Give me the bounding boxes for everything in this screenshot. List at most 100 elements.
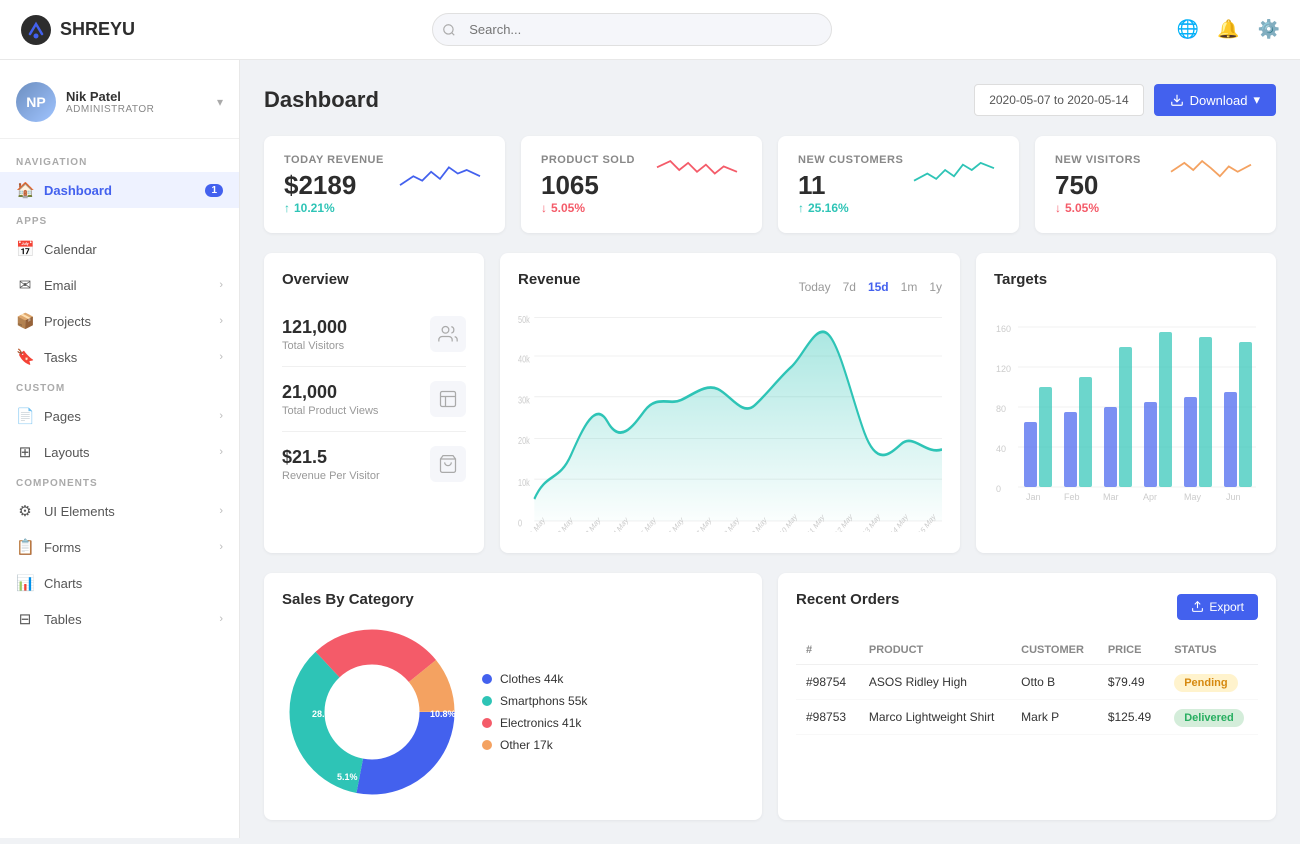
- projects-arrow: ›: [219, 315, 223, 327]
- download-chevron: ▾: [1253, 92, 1260, 108]
- sidebar-item-dashboard[interactable]: 🏠 Dashboard 1: [0, 172, 239, 208]
- filter-7d[interactable]: 7d: [843, 280, 856, 294]
- legend-dot-electronics: [482, 718, 492, 728]
- mid-row: Overview 121,000 Total Visitors 21,000 T…: [264, 253, 1276, 553]
- arrow-down2-icon: ↓: [1055, 201, 1061, 215]
- svg-text:May: May: [1184, 492, 1202, 502]
- legend-label-clothes: Clothes 44k: [500, 672, 563, 686]
- sidebar-item-label-forms: Forms: [44, 540, 81, 555]
- sidebar-item-projects[interactable]: 📦 Projects ›: [0, 303, 239, 339]
- svg-text:30k: 30k: [518, 394, 530, 405]
- settings-icon[interactable]: ⚙️: [1258, 19, 1280, 40]
- sidebar-item-calendar[interactable]: 📅 Calendar: [0, 231, 239, 267]
- donut-chart: .donut-segment { transform-origin: 90px …: [282, 622, 462, 802]
- legend-label-other: Other 17k: [500, 738, 553, 752]
- legend-item-smartphones: Smartphons 55k: [482, 694, 587, 708]
- sidebar-item-pages[interactable]: 📄 Pages ›: [0, 398, 239, 434]
- ui-elements-icon: ⚙: [16, 502, 34, 520]
- order-id: #98754: [796, 665, 859, 700]
- pages-arrow: ›: [219, 410, 223, 422]
- legend-dot-smartphones: [482, 696, 492, 706]
- col-status: Status: [1164, 636, 1258, 665]
- user-chevron[interactable]: ▾: [217, 95, 223, 109]
- export-button[interactable]: Export: [1177, 594, 1258, 620]
- sidebar-item-label-email: Email: [44, 278, 77, 293]
- sidebar-item-charts[interactable]: 📊 Charts: [0, 565, 239, 601]
- col-price: Price: [1098, 636, 1164, 665]
- notification-icon[interactable]: 🔔: [1217, 19, 1239, 40]
- tasks-arrow: ›: [219, 351, 223, 363]
- download-button[interactable]: Download ▾: [1154, 84, 1276, 116]
- time-filters: Today 7d 15d 1m 1y: [799, 280, 942, 294]
- sidebar-item-ui-elements[interactable]: ⚙ UI Elements ›: [0, 493, 239, 529]
- orders-card: Recent Orders Export # Product Customer …: [778, 573, 1276, 820]
- user-name: Nik Patel: [66, 89, 154, 104]
- sidebar-item-forms[interactable]: 📋 Forms ›: [0, 529, 239, 565]
- sidebar-item-label-calendar: Calendar: [44, 242, 97, 257]
- svg-text:0: 0: [518, 517, 522, 528]
- stat-label-product-sold: PRODUCT SOLD: [541, 154, 635, 166]
- topbar-right: 🌐 🔔 ⚙️: [1177, 19, 1280, 40]
- revenue-chart: 0 10k 20k 30k 40k 50k: [518, 312, 942, 532]
- order-price: $125.49: [1098, 700, 1164, 735]
- ui-elements-arrow: ›: [219, 505, 223, 517]
- stat-value-new-customers: 11: [798, 170, 903, 201]
- globe-icon[interactable]: 🌐: [1177, 19, 1199, 40]
- date-range-picker[interactable]: 2020-05-07 to 2020-05-14: [974, 84, 1143, 116]
- overview-product-views-value: 21,000: [282, 382, 378, 403]
- visitors-icon: [430, 316, 466, 352]
- sidebar-item-label-pages: Pages: [44, 409, 81, 424]
- sidebar-item-label-projects: Projects: [44, 314, 91, 329]
- page-title: Dashboard: [264, 87, 379, 113]
- stat-label-new-visitors: NEW VISITORS: [1055, 154, 1141, 166]
- sales-card: Sales By Category .donut-segment { trans…: [264, 573, 762, 820]
- targets-card: Targets 0 40 80 120 160: [976, 253, 1276, 553]
- orders-table: # Product Customer Price Status #98754 A…: [796, 636, 1258, 735]
- filter-1m[interactable]: 1m: [901, 280, 918, 294]
- stat-card-new-customers: NEW CUSTOMERS 11 ↑ 25.16%: [778, 136, 1019, 233]
- stat-change-new-customers: ↑ 25.16%: [798, 201, 903, 215]
- app-name: SHREYU: [60, 19, 135, 40]
- sidebar-item-layouts[interactable]: ⊞ Layouts ›: [0, 434, 239, 470]
- svg-text:120: 120: [996, 364, 1011, 374]
- app-logo: SHREYU: [20, 14, 260, 46]
- svg-text:28.0%: 28.0%: [312, 709, 338, 719]
- search-icon: [442, 23, 456, 37]
- col-customer: Customer: [1011, 636, 1098, 665]
- export-label: Export: [1209, 600, 1244, 614]
- filter-1y[interactable]: 1y: [929, 280, 942, 294]
- sidebar-item-email[interactable]: ✉ Email ›: [0, 267, 239, 303]
- overview-revenue-visitor-value: $21.5: [282, 447, 380, 468]
- sidebar-item-label-tasks: Tasks: [44, 350, 77, 365]
- order-product: ASOS Ridley High: [859, 665, 1011, 700]
- table-row: #98753 Marco Lightweight Shirt Mark P $1…: [796, 700, 1258, 735]
- svg-text:Jun: Jun: [1226, 492, 1241, 502]
- overview-item-revenue-visitor: $21.5 Revenue Per Visitor: [282, 432, 466, 496]
- dashboard-header: Dashboard 2020-05-07 to 2020-05-14 Downl…: [264, 84, 1276, 116]
- filter-today[interactable]: Today: [799, 280, 831, 294]
- filter-15d[interactable]: 15d: [868, 280, 889, 294]
- svg-text:40k: 40k: [518, 354, 530, 365]
- forms-arrow: ›: [219, 541, 223, 553]
- arrow-down-icon: ↓: [541, 201, 547, 215]
- sidebar-item-tasks[interactable]: 🔖 Tasks ›: [0, 339, 239, 375]
- dashboard-badge: 1: [205, 184, 223, 197]
- sidebar-item-label-tables: Tables: [44, 612, 82, 627]
- sidebar: NP Nik Patel ADMINISTRATOR ▾ NAVIGATION …: [0, 60, 240, 838]
- svg-text:80: 80: [996, 404, 1006, 414]
- svg-text:40: 40: [996, 444, 1006, 454]
- user-role: ADMINISTRATOR: [66, 104, 154, 115]
- legend-item-clothes: Clothes 44k: [482, 672, 587, 686]
- search-input[interactable]: [432, 13, 832, 46]
- stat-value-revenue: $2189: [284, 170, 384, 201]
- svg-text:Jan: Jan: [1026, 492, 1041, 502]
- export-icon: [1191, 600, 1204, 613]
- revenue-title: Revenue: [518, 271, 581, 288]
- main-content: Dashboard 2020-05-07 to 2020-05-14 Downl…: [240, 60, 1300, 844]
- status-badge-pending: Pending: [1174, 674, 1237, 692]
- legend-dot-other: [482, 740, 492, 750]
- arrow-up-icon: ↑: [284, 201, 290, 215]
- sidebar-item-tables[interactable]: ⊟ Tables ›: [0, 601, 239, 637]
- order-price: $79.49: [1098, 665, 1164, 700]
- home-icon: 🏠: [16, 181, 34, 199]
